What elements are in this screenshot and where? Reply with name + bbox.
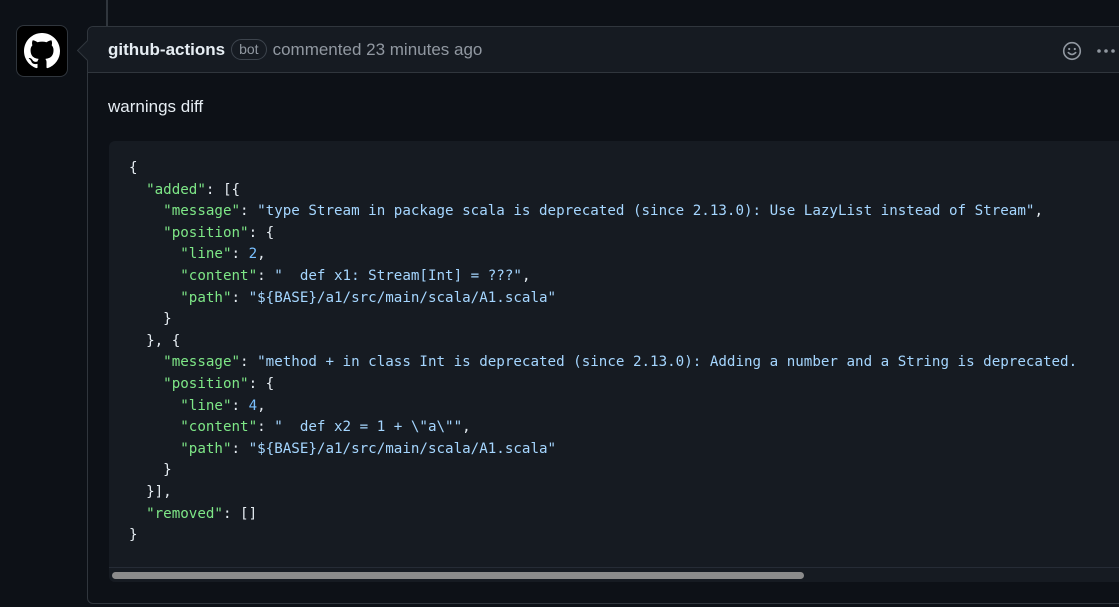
code-content: { "added": [{ "message": "type Stream in… [109,141,1119,547]
add-reaction-button[interactable] [1060,39,1084,63]
code-token: , [462,419,471,436]
code-token: "method + in class Int is deprecated (si… [257,354,1078,371]
author-link[interactable]: github-actions [108,40,225,60]
code-token: "${BASE}/a1/src/main/scala/A1.scala" [248,440,557,457]
code-token: { [129,160,138,176]
code-token: , [1034,203,1043,220]
code-token: }, { [129,332,181,349]
code-token: : { [248,224,275,241]
code-token: "added" [146,181,206,198]
code-token: "position" [163,375,249,392]
code-line: "removed": [] [129,506,257,522]
code-token: : [257,419,275,436]
code-line: "line": 4, [129,397,266,414]
code-token: 2 [248,246,258,263]
code-token: 4 [248,397,258,414]
code-line: "message": "type Stream in package scala… [129,203,1043,219]
code-token: }], [129,483,172,500]
code-token: "position" [163,224,249,241]
code-line: "content": " def x2 = 1 + \"a\"", [129,419,471,436]
code-token: } [129,311,172,328]
code-token: , [521,267,531,284]
comment-timestamp[interactable]: commented 23 minutes ago [273,40,483,60]
avatar[interactable] [16,25,68,77]
code-token: } [129,462,172,479]
code-token: "message" [163,354,241,371]
code-token: : [231,289,249,306]
code-line: "path": "${BASE}/a1/src/main/scala/A1.sc… [129,441,556,457]
code-token: : { [248,375,275,392]
code-token: "line" [180,397,232,414]
code-token: : [240,203,258,220]
code-line: "added": [{ [129,182,240,198]
code-line: "path": "${BASE}/a1/src/main/scala/A1.sc… [129,290,556,306]
code-token: , [257,246,266,263]
code-token: : [257,267,275,284]
github-mark-icon [24,33,60,69]
comment-header: github-actions bot commented 23 minutes … [88,27,1119,73]
code-token: "removed" [146,505,223,522]
code-line: } [129,527,138,543]
code-line: }], [129,484,172,500]
more-options-button[interactable] [1094,39,1118,63]
code-token: : [231,246,249,263]
code-line: "line": 2, [129,246,266,263]
bot-badge: bot [231,39,267,60]
code-line: "position": { [129,225,274,241]
smiley-icon [1062,41,1082,61]
code-block: { "added": [{ "message": "type Stream in… [109,141,1119,582]
code-line: }, { [129,333,180,349]
code-token: : [] [222,505,258,522]
code-token: "content" [180,267,258,284]
code-token: "type Stream in package scala is depreca… [257,203,1035,220]
code-line: } [129,311,172,327]
code-token: , [257,397,266,414]
horizontal-scrollbar[interactable] [109,567,1119,582]
comment-body-text: warnings diff [108,97,204,116]
kebab-horizontal-icon [1097,49,1115,53]
code-line: } [129,462,172,478]
code-token: : [{ [205,181,241,198]
code-line: "position": { [129,376,274,392]
scrollbar-thumb[interactable] [112,572,804,579]
code-token: "${BASE}/a1/src/main/scala/A1.scala" [248,289,557,306]
comment-box: github-actions bot commented 23 minutes … [76,26,1119,604]
code-token: : [231,440,249,457]
code-token: " def x1: Stream[Int] = ???" [274,267,522,284]
code-token: " def x2 = 1 + \"a\"" [274,419,463,436]
code-token: : [231,397,249,414]
timeline-line [106,0,108,26]
code-token: "content" [180,419,258,436]
code-line: { [129,160,138,176]
code-token: "message" [163,203,241,220]
code-token: "path" [180,289,232,306]
code-token: } [129,527,138,544]
code-line: "content": " def x1: Stream[Int] = ???", [129,268,530,284]
header-actions [1060,39,1118,63]
code-token: "path" [180,440,232,457]
code-token: "line" [180,246,232,263]
code-token: : [240,354,258,371]
code-line: "message": "method + in class Int is dep… [129,354,1077,370]
